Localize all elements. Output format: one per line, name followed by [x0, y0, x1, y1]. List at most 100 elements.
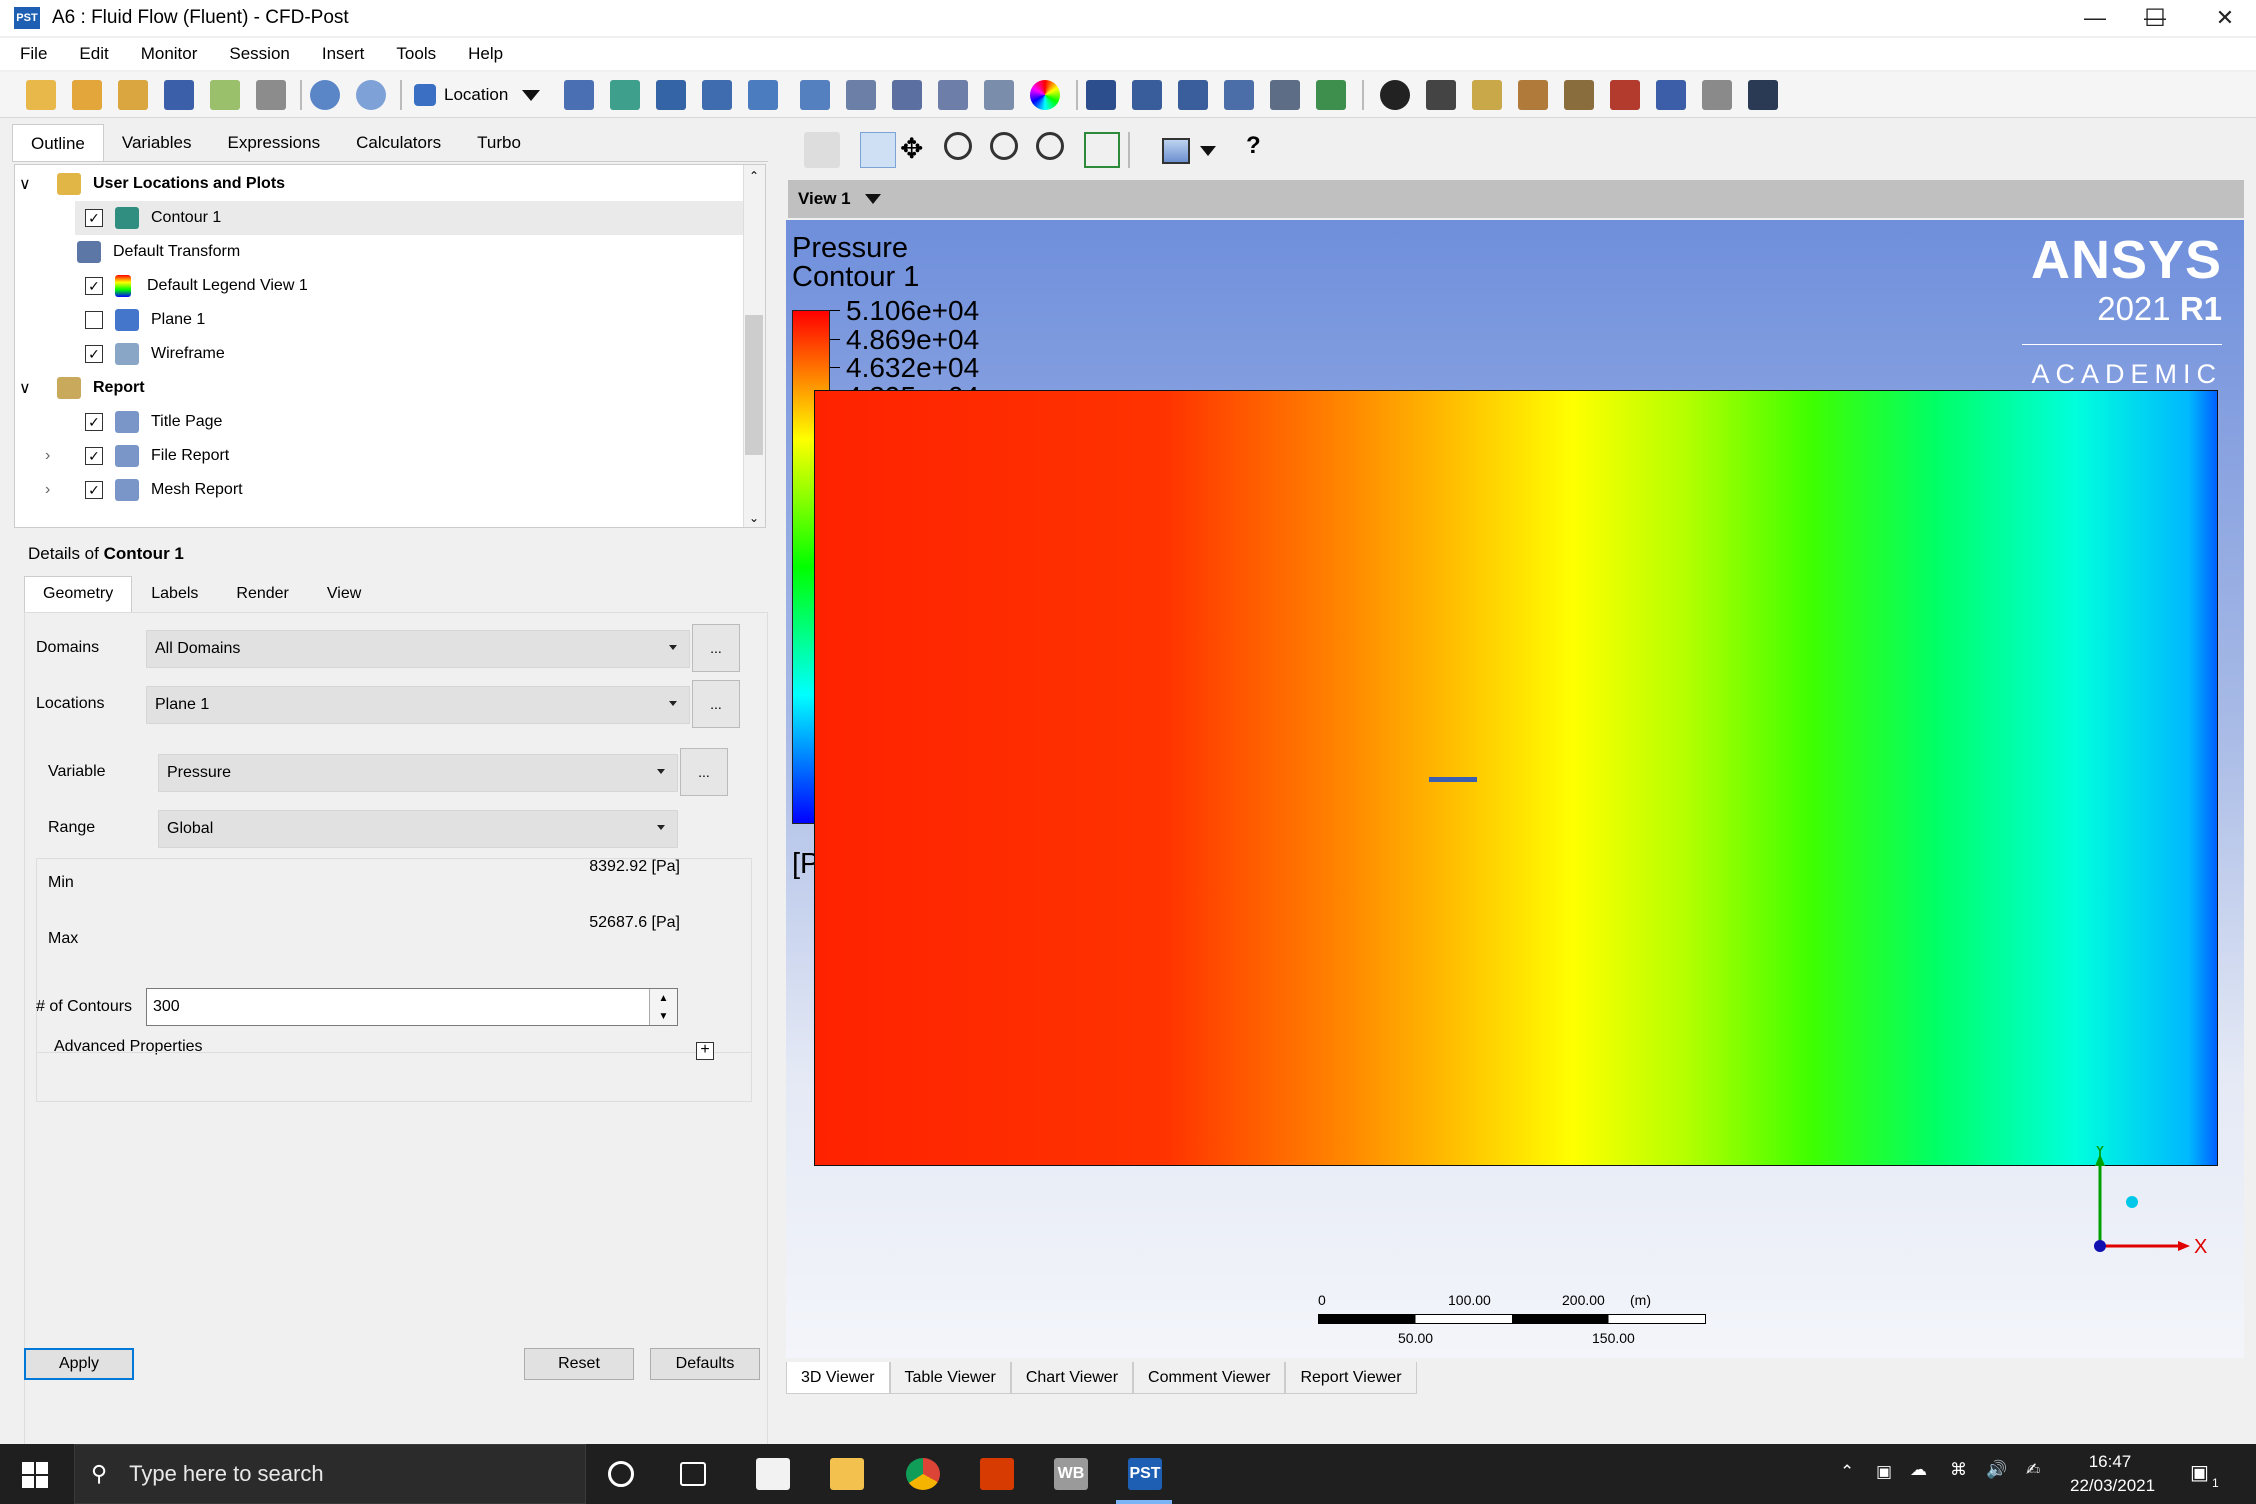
macro-icon[interactable]	[1610, 80, 1640, 110]
animation-icon[interactable]	[1426, 80, 1456, 110]
viewport-layout-icon[interactable]	[1162, 138, 1190, 164]
checkbox-checked[interactable]: ✓	[85, 413, 103, 431]
task-view-icon[interactable]	[680, 1462, 706, 1486]
zoom-box-icon[interactable]	[990, 132, 1018, 160]
cfd-post-taskbar-icon[interactable]: PST	[1128, 1458, 1162, 1490]
fit-view-icon[interactable]	[1084, 132, 1120, 168]
clock-icon[interactable]	[1380, 80, 1410, 110]
tree-item-contour[interactable]: ✓ Contour 1	[75, 201, 755, 235]
menu-session[interactable]: Session	[229, 44, 289, 64]
close-button[interactable]: ✕	[2190, 0, 2256, 36]
menu-edit[interactable]: Edit	[79, 44, 108, 64]
chevron-right-icon[interactable]: ›	[45, 447, 75, 465]
variable-icon[interactable]	[1086, 80, 1116, 110]
pan-icon[interactable]: ✥	[900, 132, 936, 168]
locations-select[interactable]: Plane 1	[146, 686, 690, 724]
legend-icon[interactable]	[892, 80, 922, 110]
help-icon[interactable]: ?	[1246, 132, 1282, 168]
command-editor-icon[interactable]	[1748, 80, 1778, 110]
tree-item-legend[interactable]: ✓ Default Legend View 1	[75, 269, 765, 303]
maximize-button[interactable]: ☐	[2120, 0, 2190, 36]
select-icon[interactable]	[804, 132, 840, 168]
chevron-down-icon[interactable]	[1200, 146, 1216, 156]
scroll-down-icon[interactable]: ⌄	[749, 511, 759, 525]
checkbox-checked[interactable]: ✓	[85, 447, 103, 465]
load-results-icon[interactable]	[72, 80, 102, 110]
coordinate-frame-icon[interactable]	[846, 80, 876, 110]
text-icon[interactable]	[800, 80, 830, 110]
taskbar-search[interactable]: ⚲ Type here to search	[74, 1444, 586, 1504]
tree-item-wireframe[interactable]: ✓ Wireframe	[75, 337, 765, 371]
new-file-icon[interactable]	[26, 80, 56, 110]
figure-icon[interactable]	[1316, 80, 1346, 110]
domains-more-button[interactable]: ...	[692, 624, 740, 672]
file-explorer-icon[interactable]	[830, 1458, 864, 1490]
scrollbar-thumb[interactable]	[745, 315, 763, 455]
onedrive-icon[interactable]: ☁	[1910, 1460, 1927, 1504]
zoom-fit-icon[interactable]	[1036, 132, 1064, 160]
tab-report-viewer[interactable]: Report Viewer	[1285, 1362, 1417, 1394]
chevron-down-icon[interactable]: ∨	[19, 378, 49, 398]
tab-chart-viewer[interactable]: Chart Viewer	[1010, 1362, 1134, 1394]
tab-comment-viewer[interactable]: Comment Viewer	[1133, 1362, 1286, 1394]
wifi-icon[interactable]: ⌘	[1950, 1460, 1967, 1504]
tree-item-transform[interactable]: Default Transform	[75, 235, 765, 269]
location-dropdown[interactable]: Location	[414, 80, 544, 110]
expression-icon[interactable]	[1132, 80, 1162, 110]
scroll-up-icon[interactable]: ⌃	[749, 169, 759, 183]
cortana-icon[interactable]	[608, 1461, 634, 1487]
domains-select[interactable]: All Domains	[146, 630, 690, 668]
chevron-down-icon[interactable]: ∨	[19, 174, 49, 194]
comment-icon[interactable]	[1270, 80, 1300, 110]
defaults-button[interactable]: Defaults	[650, 1348, 760, 1380]
tree-item-mesh-report[interactable]: › ✓ Mesh Report	[45, 473, 765, 507]
tab-turbo[interactable]: Turbo	[459, 124, 539, 161]
redo-icon[interactable]	[356, 80, 386, 110]
checkbox-checked[interactable]: ✓	[85, 481, 103, 499]
tree-item-file-report[interactable]: › ✓ File Report	[45, 439, 765, 473]
checkbox-checked[interactable]: ✓	[85, 277, 103, 295]
color-map-icon[interactable]	[1030, 80, 1060, 110]
range-select[interactable]: Global	[158, 810, 678, 848]
variable-more-button[interactable]: ...	[680, 748, 728, 796]
table-icon[interactable]	[1178, 80, 1208, 110]
tab-3d-viewer[interactable]: 3D Viewer	[786, 1362, 890, 1394]
tab-view[interactable]: View	[308, 576, 380, 612]
chart-icon[interactable]	[1224, 80, 1254, 110]
instance-transform-icon[interactable]	[938, 80, 968, 110]
store-icon[interactable]	[756, 1458, 790, 1490]
chevron-up-icon[interactable]: ⌃	[1840, 1462, 1854, 1504]
vector-icon[interactable]	[564, 80, 594, 110]
tab-outline[interactable]: Outline	[12, 124, 104, 161]
notification-icon[interactable]: ▣	[2190, 1460, 2209, 1504]
menu-help[interactable]: Help	[468, 44, 503, 64]
camera-icon[interactable]	[256, 80, 286, 110]
menu-insert[interactable]: Insert	[322, 44, 365, 64]
workbench-taskbar-icon[interactable]: WB	[1054, 1458, 1088, 1490]
tree-item-title-page[interactable]: ✓ Title Page	[75, 405, 765, 439]
tab-expressions[interactable]: Expressions	[210, 124, 339, 161]
streamline-icon[interactable]	[656, 80, 686, 110]
tree-item-user-locations[interactable]: ∨ User Locations and Plots	[15, 167, 745, 201]
menu-tools[interactable]: Tools	[396, 44, 436, 64]
meet-icon[interactable]: ▣	[1876, 1462, 1892, 1504]
windows-start-icon[interactable]	[22, 1462, 48, 1488]
undo-icon[interactable]	[310, 80, 340, 110]
tab-geometry[interactable]: Geometry	[24, 576, 133, 612]
tree-item-report[interactable]: ∨ Report	[15, 371, 745, 405]
tree-item-plane[interactable]: Plane 1	[75, 303, 765, 337]
function-calculator-icon[interactable]	[1564, 80, 1594, 110]
contours-input[interactable]: 300 ▲ ▼	[146, 988, 678, 1026]
reset-button[interactable]: Reset	[524, 1348, 634, 1380]
probe-icon[interactable]	[1518, 80, 1548, 110]
checkbox-unchecked[interactable]	[85, 311, 103, 329]
tab-render[interactable]: Render	[217, 576, 307, 612]
case-comparison-icon[interactable]	[1702, 80, 1732, 110]
load-state-icon[interactable]	[118, 80, 148, 110]
checkbox-checked[interactable]: ✓	[85, 345, 103, 363]
tab-calculators[interactable]: Calculators	[338, 124, 459, 161]
contours-spinner[interactable]: ▲ ▼	[649, 989, 677, 1025]
apply-button[interactable]: Apply	[24, 1348, 134, 1380]
variable-select[interactable]: Pressure	[158, 754, 678, 792]
tab-labels[interactable]: Labels	[132, 576, 217, 612]
